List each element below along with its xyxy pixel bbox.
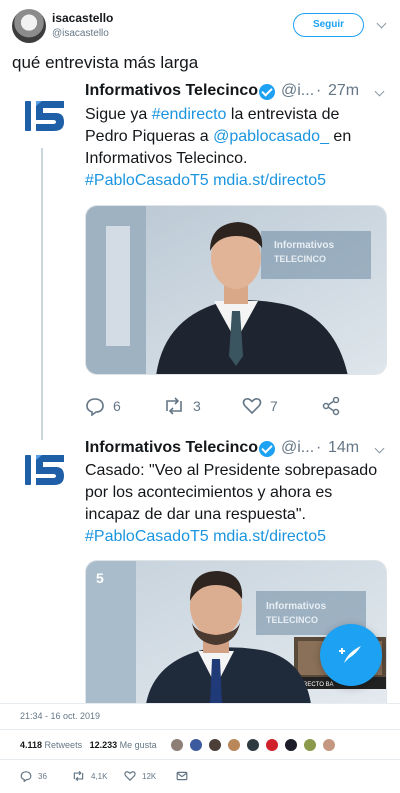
reply-count: 36 [38,771,47,781]
tweet-stats: 4.118 Retweets 12.233 Me gusta [20,740,157,750]
tweet-author-name[interactable]: Informativos Telecinco [85,82,258,100]
set-text: Informativos [266,601,326,612]
follow-button[interactable]: Seguir [293,13,364,37]
compose-tweet-icon [339,646,361,663]
tweet-time[interactable]: 14m [328,439,359,457]
telecinco-logo-icon[interactable] [22,450,70,490]
tweet-media-image[interactable]: Informativos TELECINCO [85,205,387,375]
chevron-down-icon[interactable] [374,443,385,454]
retweet-count: 3 [193,398,201,414]
tweet-dot: · [316,82,322,99]
liker-avatar[interactable] [189,738,203,752]
reply-button[interactable]: 36 [20,769,47,783]
tweet-actions: 6 3 7 [85,392,385,420]
tweet-dot: · [316,439,322,456]
liker-avatar[interactable] [303,738,317,752]
share-button[interactable] [321,392,341,420]
share-icon [322,396,340,416]
likes-label[interactable]: Me gusta [120,740,157,750]
liker-avatar[interactable] [208,738,222,752]
tweet-handle[interactable]: @i... [281,439,314,457]
liker-avatar[interactable] [284,738,298,752]
outer-tweet-text: qué entrevista más larga [12,53,199,72]
chevron-down-icon[interactable] [376,18,387,29]
telecinco-logo-icon[interactable] [22,96,70,136]
liker-avatar[interactable] [246,738,260,752]
retweet-icon [166,397,182,415]
like-count: 12K [142,771,157,781]
retweet-count: 4,1K [91,771,108,781]
liker-avatar[interactable] [322,738,336,752]
url-link[interactable]: mdia.st/directo5 [213,528,326,545]
envelope-icon [176,771,188,781]
chevron-down-icon[interactable] [374,86,385,97]
tweet-timestamp[interactable]: 21:34 - 16 oct. 2019 [20,711,100,721]
retweets-label[interactable]: Retweets [45,740,83,750]
tweet-text-part: Casado: "Veo al Presidente sobrepasado p… [85,462,378,523]
retweet-icon [73,770,84,782]
heart-icon [242,398,262,415]
retweet-button[interactable]: 4,1K [72,769,107,783]
set-text: Informativos [274,240,334,251]
tweet-author-name[interactable]: Informativos Telecinco [85,439,258,457]
divider [0,729,400,730]
verified-badge-icon [259,441,275,457]
like-count: 7 [270,398,278,414]
outer-avatar[interactable] [12,9,46,43]
retweets-count[interactable]: 4.118 [20,740,42,750]
tweet-text: Sigue ya #endirecto la entrevista de Ped… [85,104,385,192]
tweet-text-part: Sigue ya [85,106,152,123]
reply-icon [20,771,32,782]
tweet-text: Casado: "Veo al Presidente sobrepasado p… [85,460,385,548]
heart-icon [124,771,136,782]
retweet-button[interactable]: 3 [163,392,201,420]
reply-count: 6 [113,398,121,414]
divider [0,703,400,704]
liker-avatar[interactable] [265,738,279,752]
tv-channel-badge: 5 [96,570,104,586]
outer-tweet-header: isacastello @isacastello Seguir [0,0,400,50]
hashtag-link[interactable]: #PabloCasadoT5 [85,172,209,189]
tweet-time[interactable]: 27m [328,82,359,100]
reply-icon [86,398,104,416]
verified-badge-icon [259,84,275,100]
thread-connector-line [41,148,43,440]
set-text: TELECINCO [274,254,326,264]
like-button[interactable]: 7 [242,392,278,420]
mention-link[interactable]: @pablocasado_ [213,128,329,145]
hashtag-link[interactable]: #endirecto [152,106,227,123]
outer-display-name[interactable]: isacastello [52,11,113,25]
divider [0,759,400,760]
tweet-handle[interactable]: @i... [281,82,314,100]
compose-tweet-button[interactable] [320,624,382,686]
direct-message-button[interactable] [176,769,188,783]
like-button[interactable]: 12K [124,769,156,783]
liker-avatar[interactable] [170,738,184,752]
set-text: TELECINCO [266,615,318,625]
url-link[interactable]: mdia.st/directo5 [213,172,326,189]
hashtag-link[interactable]: #PabloCasadoT5 [85,528,209,545]
likes-count[interactable]: 12.233 [90,740,118,750]
reply-button[interactable]: 6 [85,392,121,420]
outer-tweet-actions: 36 4,1K 12K [20,769,400,783]
outer-handle[interactable]: @isacastello [52,28,109,39]
liker-avatar[interactable] [227,738,241,752]
